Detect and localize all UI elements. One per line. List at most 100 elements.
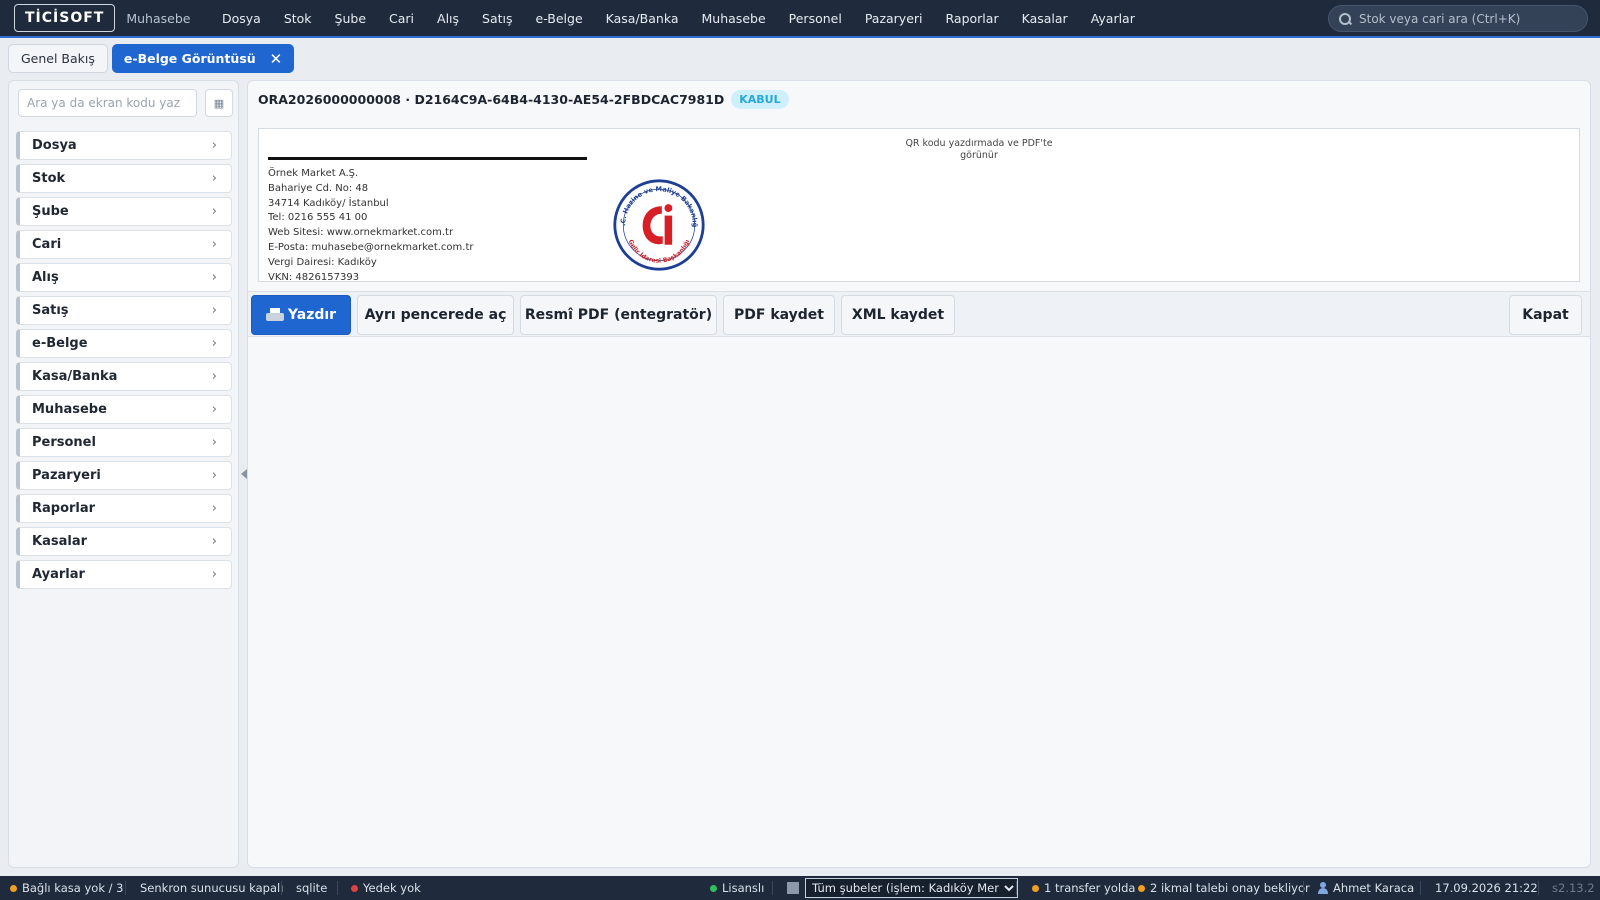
sidebar-item-alis[interactable]: Alış ›	[16, 263, 232, 292]
company-website: Web Sitesi: www.ornekmarket.com.tr	[268, 227, 454, 239]
sidebar-item-e-belge[interactable]: e-Belge ›	[16, 329, 232, 358]
header-rule	[268, 157, 587, 160]
sidebar-search-input[interactable]	[18, 89, 197, 117]
menu-raporlar[interactable]: Raporlar	[934, 11, 1010, 26]
close-button[interactable]: Kapat	[1509, 295, 1582, 335]
ikmal-status[interactable]: 2 ikmal talebi onay bekliyor	[1138, 876, 1310, 900]
menu-sube[interactable]: Şube	[323, 11, 377, 26]
sidebar-item-stok[interactable]: Stok ›	[16, 164, 232, 193]
grid-view-button[interactable]: ▦	[205, 89, 233, 117]
sidebar-item-label: Stok	[32, 171, 66, 186]
chevron-right-icon: ›	[211, 237, 217, 252]
sidebar-item-ayarlar[interactable]: Ayarlar ›	[16, 560, 232, 589]
divider	[1303, 881, 1304, 895]
gib-seal-logo: T.C. Hazine ve Maliye Bakanlığı Gelir İd…	[612, 178, 705, 271]
chevron-right-icon: ›	[211, 567, 217, 582]
close-icon[interactable]: ✕	[270, 50, 283, 68]
db-status: sqlite	[296, 881, 328, 895]
sidebar-item-dosya[interactable]: Dosya ›	[16, 131, 232, 160]
chevron-right-icon: ›	[211, 435, 217, 450]
sidebar-item-personel[interactable]: Personel ›	[16, 428, 232, 457]
open-new-window-button[interactable]: Ayrı pencerede aç	[357, 295, 514, 335]
menu-cari[interactable]: Cari	[378, 11, 426, 26]
sidebar-item-satis[interactable]: Satış ›	[16, 296, 232, 325]
sidebar-item-sube[interactable]: Şube ›	[16, 197, 232, 226]
sidebar-item-kasalar[interactable]: Kasalar ›	[16, 527, 232, 556]
version-label: s2.13.2	[1552, 881, 1595, 895]
ikmal-status-text: 2 ikmal talebi onay bekliyor	[1150, 881, 1310, 895]
menu-stok[interactable]: Stok	[272, 11, 323, 26]
sidebar-item-label: Alış	[32, 270, 59, 285]
search-icon	[1339, 12, 1351, 25]
transfer-status[interactable]: 1 transfer yolda	[1032, 876, 1135, 900]
print-label: Yazdır	[287, 307, 337, 323]
company-tax-office: Vergi Dairesi: Kadıköy	[268, 256, 377, 268]
chevron-right-icon: ›	[211, 468, 217, 483]
menu-kasalar[interactable]: Kasalar	[1010, 11, 1079, 26]
app-name: Muhasebe	[126, 10, 191, 26]
user-name: Ahmet Karaca	[1333, 881, 1415, 895]
menu-kasa-banka[interactable]: Kasa/Banka	[594, 11, 690, 26]
company-email: E-Posta: muhasebe@ornekmarket.com.tr	[268, 241, 474, 253]
menu-pazaryeri[interactable]: Pazaryeri	[853, 11, 934, 26]
chevron-right-icon: ›	[211, 336, 217, 351]
divider	[1538, 881, 1539, 895]
chevron-right-icon: ›	[211, 369, 217, 384]
tab-e-belge-goruntusu[interactable]: e-Belge Görüntüsü ✕	[111, 44, 295, 73]
sidebar-item-cari[interactable]: Cari ›	[16, 230, 232, 259]
save-xml-button[interactable]: XML kaydet	[841, 295, 955, 335]
menu-ayarlar[interactable]: Ayarlar	[1079, 11, 1146, 26]
divider	[1420, 881, 1421, 895]
datetime: 17.09.2026 21:22	[1435, 881, 1538, 895]
company-phone: Tel: 0216 555 41 00	[268, 212, 368, 224]
transfer-status-text: 1 transfer yolda	[1044, 881, 1136, 895]
backup-status-text: Yedek yok	[363, 881, 421, 895]
print-button[interactable]: Yazdır	[251, 295, 351, 335]
kasa-status: Bağlı kasa yok / 3	[10, 876, 123, 900]
chevron-right-icon: ›	[211, 171, 217, 186]
sidebar-item-label: Ayarlar	[32, 567, 85, 582]
menu-personel[interactable]: Personel	[777, 11, 853, 26]
company-name: Örnek Market A.Ş.	[268, 168, 359, 179]
menu-muhasebe[interactable]: Muhasebe	[690, 11, 777, 26]
sidebar-item-label: Kasalar	[32, 534, 87, 549]
global-search	[1328, 5, 1588, 32]
chevron-right-icon: ›	[211, 501, 217, 516]
warning-dot	[1138, 884, 1145, 892]
sidebar-menu: Dosya › Stok › Şube › Cari › Alış › Satış › e-…	[16, 131, 232, 593]
top-bar: TİCİSOFT Muhasebe Dosya Stok Şube Cari A…	[0, 0, 1600, 38]
divider	[337, 881, 338, 895]
license-status: Lisanslı	[710, 876, 764, 900]
company-city: 34714 Kadıköy/ İstanbul	[268, 197, 389, 209]
menu-dosya[interactable]: Dosya	[210, 11, 272, 26]
backup-status: Yedek yok	[351, 876, 421, 900]
sidebar-item-label: Pazaryeri	[32, 468, 101, 483]
menu-alis[interactable]: Alış	[426, 11, 471, 26]
chevron-right-icon: ›	[211, 138, 217, 153]
document-preview: Örnek Market A.Ş. Bahariye Cd. No: 48 34…	[258, 128, 1580, 283]
tab-label: e-Belge Görüntüsü	[123, 51, 256, 66]
sidebar-item-label: e-Belge	[32, 336, 88, 351]
divider	[772, 881, 773, 895]
document-title: ORA2026000000008 · D2164C9A-64B4-4130-AE…	[258, 92, 725, 107]
save-pdf-button[interactable]: PDF kaydet	[723, 295, 835, 335]
tab-genel-bakis[interactable]: Genel Bakış	[8, 44, 108, 73]
tab-strip: Genel Bakış e-Belge Görüntüsü ✕	[8, 44, 295, 74]
sidebar-item-raporlar[interactable]: Raporlar ›	[16, 494, 232, 523]
branch-select[interactable]: Tüm şubeler (işlem: Kadıköy Merkez)	[805, 878, 1018, 898]
sidebar-item-kasa-banka[interactable]: Kasa/Banka ›	[16, 362, 232, 391]
sidebar-item-label: Cari	[32, 237, 62, 252]
error-dot	[351, 884, 358, 892]
document-header: ORA2026000000008 · D2164C9A-64B4-4130-AE…	[258, 90, 789, 109]
status-badge: KABUL	[731, 90, 789, 109]
sidebar-item-pazaryeri[interactable]: Pazaryeri ›	[16, 461, 232, 490]
user-info[interactable]: Ahmet Karaca	[1318, 876, 1414, 900]
sidebar-item-muhasebe[interactable]: Muhasebe ›	[16, 395, 232, 424]
menu-satis[interactable]: Satış	[471, 11, 524, 26]
global-search-input[interactable]	[1359, 11, 1579, 26]
menu-e-belge[interactable]: e-Belge	[524, 11, 594, 26]
app-logo[interactable]: TİCİSOFT	[14, 4, 116, 32]
warning-dot	[1032, 884, 1039, 892]
official-pdf-button[interactable]: Resmî PDF (entegratör)	[520, 295, 717, 335]
sidebar-item-label: Kasa/Banka	[32, 369, 118, 384]
